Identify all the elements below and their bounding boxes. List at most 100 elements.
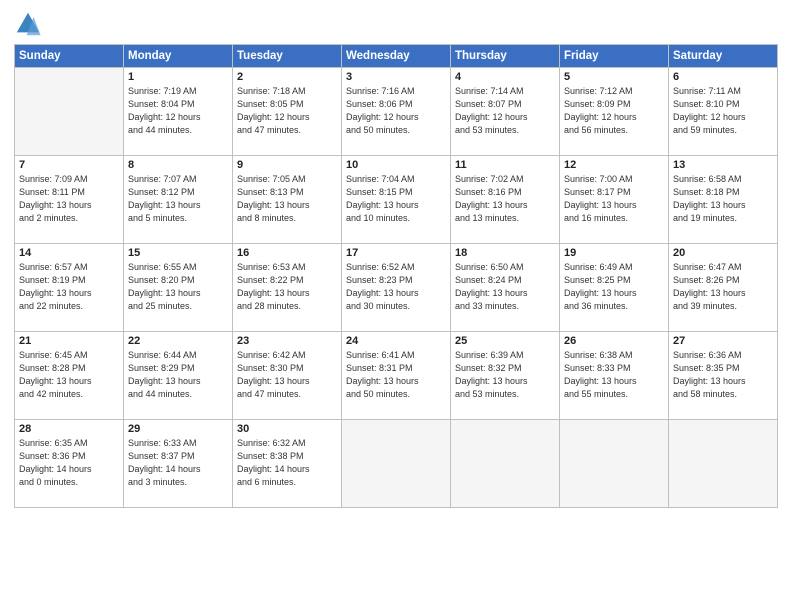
calendar-cell: 10 Sunrise: 7:04 AMSunset: 8:15 PMDayligh… — [342, 156, 451, 244]
day-number: 19 — [564, 247, 664, 259]
day-info: Sunrise: 6:33 AMSunset: 8:37 PMDaylight:… — [128, 437, 228, 489]
day-info: Sunrise: 6:42 AMSunset: 8:30 PMDaylight:… — [237, 349, 337, 401]
day-number: 16 — [237, 247, 337, 259]
calendar-cell: 12Sunrise: 7:00 AMSunset: 8:17 PMDayligh… — [560, 156, 669, 244]
weekday-header-monday: Monday — [124, 45, 233, 68]
calendar-cell: 4 Sunrise: 7:14 AMSunset: 8:07 PMDaylight… — [451, 68, 560, 156]
calendar-cell: 3 Sunrise: 7:16 AMSunset: 8:06 PMDaylight… — [342, 68, 451, 156]
calendar-cell — [451, 420, 560, 508]
day-info: Sunrise: 7:09 AMSunset: 8:11 PMDaylight:… — [19, 173, 119, 225]
day-number: 25 — [455, 335, 555, 347]
day-info: Sunrise: 7:11 AMSunset: 8:10 PMDaylight:… — [673, 85, 773, 137]
calendar-cell: 14 Sunrise: 6:57 AMSunset: 8:19 PMDayligh… — [15, 244, 124, 332]
day-info: Sunrise: 7:05 AMSunset: 8:13 PMDaylight:… — [237, 173, 337, 225]
calendar-week-2: 7 Sunrise: 7:09 AMSunset: 8:11 PMDaylight… — [15, 156, 778, 244]
calendar-cell: 11Sunrise: 7:02 AMSunset: 8:16 PMDayligh… — [451, 156, 560, 244]
calendar-cell: 15 Sunrise: 6:55 AMSunset: 8:20 PMDayligh… — [124, 244, 233, 332]
day-info: Sunrise: 6:58 AMSunset: 8:18 PMDaylight:… — [673, 173, 773, 225]
day-info: Sunrise: 7:04 AMSunset: 8:15 PMDaylight:… — [346, 173, 446, 225]
weekday-header-row: SundayMondayTuesdayWednesdayThursdayFrid… — [15, 45, 778, 68]
weekday-header-sunday: Sunday — [15, 45, 124, 68]
calendar-cell — [15, 68, 124, 156]
header — [14, 10, 778, 38]
calendar-cell: 26 Sunrise: 6:38 AMSunset: 8:33 PMDayligh… — [560, 332, 669, 420]
logo — [14, 10, 46, 38]
day-number: 27 — [673, 335, 773, 347]
day-number: 26 — [564, 335, 664, 347]
day-info: Sunrise: 7:07 AMSunset: 8:12 PMDaylight:… — [128, 173, 228, 225]
calendar-cell: 19 Sunrise: 6:49 AMSunset: 8:25 PMDayligh… — [560, 244, 669, 332]
day-info: Sunrise: 6:53 AMSunset: 8:22 PMDaylight:… — [237, 261, 337, 313]
calendar-week-1: 1Sunrise: 7:19 AMSunset: 8:04 PMDaylight… — [15, 68, 778, 156]
day-info: Sunrise: 7:02 AMSunset: 8:16 PMDaylight:… — [455, 173, 555, 225]
calendar-cell: 13 Sunrise: 6:58 AMSunset: 8:18 PMDayligh… — [669, 156, 778, 244]
day-number: 9 — [237, 159, 337, 171]
day-number: 13 — [673, 159, 773, 171]
calendar-cell: 7 Sunrise: 7:09 AMSunset: 8:11 PMDaylight… — [15, 156, 124, 244]
calendar-cell: 16 Sunrise: 6:53 AMSunset: 8:22 PMDayligh… — [233, 244, 342, 332]
day-number: 4 — [455, 71, 555, 83]
day-info: Sunrise: 7:16 AMSunset: 8:06 PMDaylight:… — [346, 85, 446, 137]
day-info: Sunrise: 6:32 AMSunset: 8:38 PMDaylight:… — [237, 437, 337, 489]
calendar-cell: 23 Sunrise: 6:42 AMSunset: 8:30 PMDayligh… — [233, 332, 342, 420]
calendar-cell: 30 Sunrise: 6:32 AMSunset: 8:38 PMDayligh… — [233, 420, 342, 508]
day-number: 17 — [346, 247, 446, 259]
calendar-table: SundayMondayTuesdayWednesdayThursdayFrid… — [14, 44, 778, 508]
calendar-cell: 28 Sunrise: 6:35 AMSunset: 8:36 PMDayligh… — [15, 420, 124, 508]
day-number: 7 — [19, 159, 119, 171]
calendar-cell — [342, 420, 451, 508]
day-number: 30 — [237, 423, 337, 435]
day-info: Sunrise: 6:52 AMSunset: 8:23 PMDaylight:… — [346, 261, 446, 313]
day-number: 29 — [128, 423, 228, 435]
day-number: 28 — [19, 423, 119, 435]
day-number: 10 — [346, 159, 446, 171]
weekday-header-thursday: Thursday — [451, 45, 560, 68]
day-info: Sunrise: 7:18 AMSunset: 8:05 PMDaylight:… — [237, 85, 337, 137]
calendar-week-3: 14 Sunrise: 6:57 AMSunset: 8:19 PMDayligh… — [15, 244, 778, 332]
calendar-cell — [560, 420, 669, 508]
day-info: Sunrise: 6:49 AMSunset: 8:25 PMDaylight:… — [564, 261, 664, 313]
calendar-cell: 6 Sunrise: 7:11 AMSunset: 8:10 PMDaylight… — [669, 68, 778, 156]
day-number: 20 — [673, 247, 773, 259]
calendar-cell: 25 Sunrise: 6:39 AMSunset: 8:32 PMDayligh… — [451, 332, 560, 420]
calendar-cell — [669, 420, 778, 508]
weekday-header-saturday: Saturday — [669, 45, 778, 68]
day-info: Sunrise: 6:57 AMSunset: 8:19 PMDaylight:… — [19, 261, 119, 313]
day-number: 24 — [346, 335, 446, 347]
day-info: Sunrise: 7:14 AMSunset: 8:07 PMDaylight:… — [455, 85, 555, 137]
calendar-cell: 29 Sunrise: 6:33 AMSunset: 8:37 PMDayligh… — [124, 420, 233, 508]
day-info: Sunrise: 6:41 AMSunset: 8:31 PMDaylight:… — [346, 349, 446, 401]
calendar-cell: 21Sunrise: 6:45 AMSunset: 8:28 PMDayligh… — [15, 332, 124, 420]
calendar-cell: 9 Sunrise: 7:05 AMSunset: 8:13 PMDaylight… — [233, 156, 342, 244]
day-info: Sunrise: 7:19 AMSunset: 8:04 PMDaylight:… — [128, 85, 228, 137]
day-number: 15 — [128, 247, 228, 259]
page: SundayMondayTuesdayWednesdayThursdayFrid… — [0, 0, 792, 612]
day-number: 18 — [455, 247, 555, 259]
weekday-header-friday: Friday — [560, 45, 669, 68]
day-info: Sunrise: 6:38 AMSunset: 8:33 PMDaylight:… — [564, 349, 664, 401]
day-number: 14 — [19, 247, 119, 259]
day-info: Sunrise: 6:44 AMSunset: 8:29 PMDaylight:… — [128, 349, 228, 401]
calendar-cell: 20Sunrise: 6:47 AMSunset: 8:26 PMDayligh… — [669, 244, 778, 332]
calendar-cell: 5Sunrise: 7:12 AMSunset: 8:09 PMDaylight… — [560, 68, 669, 156]
calendar-week-4: 21Sunrise: 6:45 AMSunset: 8:28 PMDayligh… — [15, 332, 778, 420]
day-info: Sunrise: 7:12 AMSunset: 8:09 PMDaylight:… — [564, 85, 664, 137]
day-number: 2 — [237, 71, 337, 83]
day-number: 8 — [128, 159, 228, 171]
calendar-cell: 1Sunrise: 7:19 AMSunset: 8:04 PMDaylight… — [124, 68, 233, 156]
calendar-cell: 24 Sunrise: 6:41 AMSunset: 8:31 PMDayligh… — [342, 332, 451, 420]
calendar-cell: 22 Sunrise: 6:44 AMSunset: 8:29 PMDayligh… — [124, 332, 233, 420]
calendar-cell: 8 Sunrise: 7:07 AMSunset: 8:12 PMDaylight… — [124, 156, 233, 244]
day-info: Sunrise: 6:55 AMSunset: 8:20 PMDaylight:… — [128, 261, 228, 313]
day-number: 23 — [237, 335, 337, 347]
day-info: Sunrise: 6:36 AMSunset: 8:35 PMDaylight:… — [673, 349, 773, 401]
day-number: 21 — [19, 335, 119, 347]
day-info: Sunrise: 6:39 AMSunset: 8:32 PMDaylight:… — [455, 349, 555, 401]
day-info: Sunrise: 6:35 AMSunset: 8:36 PMDaylight:… — [19, 437, 119, 489]
day-number: 3 — [346, 71, 446, 83]
calendar-cell: 18Sunrise: 6:50 AMSunset: 8:24 PMDayligh… — [451, 244, 560, 332]
day-number: 22 — [128, 335, 228, 347]
day-info: Sunrise: 7:00 AMSunset: 8:17 PMDaylight:… — [564, 173, 664, 225]
day-number: 6 — [673, 71, 773, 83]
weekday-header-wednesday: Wednesday — [342, 45, 451, 68]
